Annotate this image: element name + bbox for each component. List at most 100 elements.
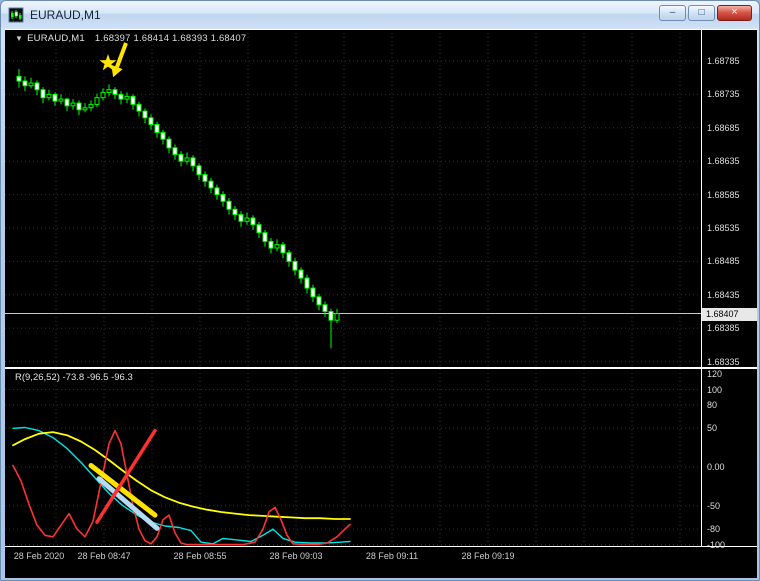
candle-body (226, 200, 232, 210)
title-bar[interactable]: EURAUD,M1 – □ × (1, 1, 759, 28)
candle-body (196, 165, 202, 176)
candle-body (280, 244, 286, 254)
pane-splitter[interactable] (5, 367, 757, 369)
candle-body (124, 95, 130, 100)
candle-body (94, 97, 100, 105)
symbol-name: EURAUD,M1 (27, 33, 85, 44)
candle-body (154, 124, 160, 133)
indicator-label: R(9,26,52) -73.8 -96.5 -96.3 (15, 372, 133, 383)
candle-body (166, 138, 172, 149)
candle-body (112, 89, 118, 95)
close-button[interactable]: × (717, 5, 752, 21)
candle-body (178, 154, 184, 162)
arrow-annotation-shaft[interactable] (115, 42, 128, 68)
candle-body (160, 132, 166, 140)
candle-body (256, 224, 262, 234)
price-tick-label: 1.68535 (707, 223, 740, 233)
quote-collapse-icon[interactable]: ▼ (15, 34, 23, 43)
price-tick-label: 1.68385 (707, 323, 740, 333)
chart-window: EURAUD,M1 – □ × ▼ EURAUD,M1 1.68397 1.6841… (0, 0, 760, 581)
indicator-pane[interactable] (5, 369, 757, 546)
price-tick-label: 1.68435 (707, 290, 740, 300)
candle-body (142, 110, 148, 119)
candle-body (334, 313, 340, 321)
window-controls: – □ × (659, 5, 752, 21)
price-tick-label: 1.68585 (707, 190, 740, 200)
time-tick-label: 28 Feb 08:55 (173, 551, 227, 561)
candle-body (40, 89, 46, 99)
candle-body (22, 80, 28, 87)
price-tick-label: 1.68785 (707, 56, 740, 66)
indicator-cyan-line (12, 426, 351, 545)
time-axis[interactable]: 28 Feb 2020 28 Feb 08:47 28 Feb 08:55 28 Fe… (5, 547, 757, 578)
minimize-button[interactable]: – (659, 5, 686, 21)
candle-body (106, 89, 112, 93)
candle-body (34, 82, 40, 91)
indicator-tick-label: -50 (707, 501, 721, 511)
candle-body (76, 102, 82, 111)
candle-body (286, 252, 292, 262)
candle-body (190, 157, 196, 167)
price-tick-label: 1.68635 (707, 156, 740, 166)
candle-body (244, 217, 250, 222)
candle-body (46, 93, 52, 99)
candle-body (118, 93, 124, 100)
candle-body (136, 103, 142, 112)
indicator-tick-label: -80 (707, 524, 721, 534)
candle-body (220, 194, 226, 202)
symbol-ohlc-label: ▼ EURAUD,M1 1.68397 1.68414 1.68393 1.6840… (15, 33, 246, 44)
candle-body (172, 147, 178, 156)
chart-top-border (5, 29, 757, 30)
indicator-tick-label: 100 (707, 385, 723, 395)
chart-client-area[interactable]: ▼ EURAUD,M1 1.68397 1.68414 1.68393 1.6840… (5, 29, 757, 578)
candle-body (64, 98, 70, 107)
time-tick-label: 28 Feb 08:47 (77, 551, 131, 561)
candle-body (88, 103, 94, 109)
indicator-tick-label: 50 (707, 423, 718, 433)
candle-body (52, 93, 58, 102)
ohlc-values: 1.68397 1.68414 1.68393 1.68407 (94, 33, 247, 44)
candle-body (238, 214, 244, 222)
candle-body (316, 296, 322, 306)
restore-button[interactable]: □ (688, 5, 715, 21)
candle-body (184, 157, 190, 162)
indicator-tick-label: 80 (707, 400, 718, 410)
candle-body (298, 269, 304, 279)
candle-body (208, 180, 214, 189)
chart-window-icon (8, 7, 24, 23)
candle-body (58, 98, 64, 102)
time-tick-label: 28 Feb 09:19 (461, 551, 515, 561)
candle-body (28, 82, 34, 87)
yellow-trendline[interactable] (88, 463, 158, 518)
candle-body (130, 95, 136, 105)
indicator-tick-label: 120 (707, 369, 723, 379)
price-tick-label: 1.68735 (707, 89, 740, 99)
candle-body (148, 117, 154, 126)
candle-body (322, 304, 328, 312)
time-tick-label: 28 Feb 09:11 (365, 551, 419, 561)
price-tick-label: 1.68685 (707, 123, 740, 133)
candle-body (328, 311, 334, 321)
candle-body (232, 208, 238, 216)
candle-body (16, 75, 22, 82)
candle-body (70, 102, 76, 107)
candle-body (304, 277, 310, 289)
window-title: EURAUD,M1 (30, 7, 101, 22)
candle-body (268, 240, 274, 249)
indicator-tick-label: 0.00 (707, 462, 725, 472)
indicator-axis[interactable]: 120 100 80 50 0.00 -50 -80 -100 (702, 369, 757, 550)
candle-body (82, 107, 88, 111)
candle-body (274, 244, 280, 249)
price-tick-label: 1.68485 (707, 256, 740, 266)
candle-body (214, 187, 220, 196)
candle-body (310, 287, 316, 298)
candle-body (100, 91, 106, 99)
candle-body (250, 217, 256, 226)
current-price-tag: 1.68407 (702, 308, 757, 321)
price-tick-label: 1.68335 (707, 357, 740, 367)
main-price-pane[interactable] (5, 29, 757, 367)
candle-body (202, 174, 208, 182)
candle-body (292, 260, 298, 271)
time-tick-label: 28 Feb 09:03 (269, 551, 323, 561)
candle-body (262, 232, 268, 242)
